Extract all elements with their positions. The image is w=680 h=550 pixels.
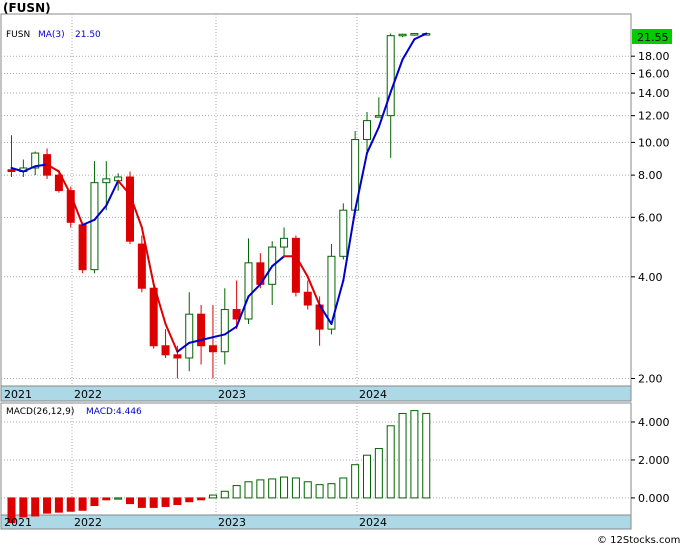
macd-bar-positive [398, 412, 407, 499]
candle-down [126, 176, 134, 242]
candle-down [161, 345, 170, 356]
price-xtick-label: 2024 [359, 388, 387, 401]
price-y-axis: 2.00 4.00 6.00 8.00 10.00 12.00 14.00 16.00 18.0… [631, 50, 670, 385]
candle-up [280, 237, 289, 248]
macd-bar-positive [256, 479, 265, 499]
chart-title: (FUSN) [3, 1, 51, 15]
macd-bar-positive [410, 410, 419, 499]
price-ytick-label: 2.00 [638, 372, 663, 385]
candle-up [339, 209, 348, 257]
price-legend-symbol: FUSN [6, 30, 30, 40]
macd-bar-negative [102, 497, 111, 501]
candle-down [149, 287, 158, 347]
macd-bar-negative [137, 497, 146, 508]
macd-bar-positive [339, 477, 348, 499]
macd-bar-negative [185, 497, 194, 503]
macd-bar-negative [90, 497, 99, 507]
price-xtick-label: 2023 [218, 388, 246, 401]
macd-bar-positive [386, 425, 395, 499]
macd-bar-negative [66, 497, 75, 512]
macd-bar-positive [244, 481, 253, 499]
price-ytick-label: 10.00 [638, 136, 670, 149]
candle-down [291, 237, 300, 293]
chart-canvas: 2.00 4.00 6.00 8.00 10.00 12.00 14.00 16.00 18.0… [0, 0, 680, 546]
price-ytick-label: 18.00 [638, 50, 670, 63]
macd-bar-positive [291, 477, 300, 499]
macd-bar-negative [126, 497, 134, 505]
footer-credit: © 12Stocks.com [597, 535, 680, 546]
macd-bar-positive [327, 483, 336, 499]
price-ytick-label: 16.00 [638, 67, 670, 80]
candle-up [244, 262, 253, 320]
macd-bar-positive [303, 481, 312, 499]
macd-bar-positive [351, 464, 360, 499]
price-ytick-label: 8.00 [638, 169, 663, 182]
macd-bar-positive [268, 478, 277, 499]
price-legend-ma-label: MA(3) [38, 30, 65, 40]
price-ytick-label: 6.00 [638, 211, 663, 224]
macd-legend-title: MACD(26,12,9) [6, 407, 74, 417]
macd-bar-positive [315, 484, 324, 499]
macd-xtick-label: 2021 [4, 516, 32, 529]
macd-ytick-label: 0.000 [638, 492, 670, 505]
macd-bar-positive [220, 490, 229, 499]
macd-bar-negative [31, 497, 40, 517]
macd-ytick-label: 2.000 [638, 454, 670, 467]
macd-legend-value: MACD:4.446 [86, 407, 142, 417]
macd-bar-negative [78, 497, 87, 511]
macd-ytick-label: 4.000 [638, 416, 670, 429]
price-legend-ma-value: 21.50 [75, 30, 101, 40]
macd-xtick-label: 2024 [359, 516, 387, 529]
macd-bar-negative [149, 497, 158, 508]
candle-up [90, 182, 99, 271]
macd-bar-negative [54, 497, 63, 513]
candle-up [220, 309, 229, 353]
macd-xtick-label: 2022 [74, 516, 102, 529]
macd-bar-negative [197, 497, 206, 501]
macd-xtick-label: 2023 [218, 516, 246, 529]
macd-bar-positive [232, 485, 241, 499]
candle-up [185, 313, 194, 359]
macd-bar-positive [114, 497, 123, 500]
macd-bar-negative [43, 497, 52, 514]
macd-y-axis: 0.000 2.000 4.000 [631, 416, 670, 505]
price-ytick-label: 4.00 [638, 271, 663, 284]
price-ytick-label: 12.00 [638, 110, 670, 123]
candle-down [7, 169, 16, 173]
macd-bar-positive [280, 476, 289, 499]
last-price-label: 21.55 [637, 31, 669, 44]
macd-bar-positive [208, 494, 217, 499]
candle-down [303, 291, 312, 306]
macd-bar-positive [363, 454, 371, 499]
candle-up [386, 35, 395, 117]
macd-bar-negative [161, 497, 170, 507]
candle-down [208, 345, 217, 353]
price-ytick-label: 14.00 [638, 87, 670, 100]
price-xtick-label: 2022 [74, 388, 102, 401]
candle-down [173, 354, 182, 359]
macd-bar-negative [173, 497, 182, 506]
price-xtick-label: 2021 [4, 388, 32, 401]
candle-up [410, 33, 419, 36]
candle-down [137, 243, 146, 289]
candle-down [78, 224, 87, 271]
macd-bar-positive [374, 448, 383, 499]
stock-chart: 2.00 4.00 6.00 8.00 10.00 12.00 14.00 16.00 18.0… [0, 1, 680, 546]
macd-bar-positive [422, 412, 431, 499]
candle-up [102, 178, 111, 184]
macd-bar-negative [19, 497, 28, 518]
candle-up [398, 33, 407, 37]
candle-up [363, 120, 371, 141]
